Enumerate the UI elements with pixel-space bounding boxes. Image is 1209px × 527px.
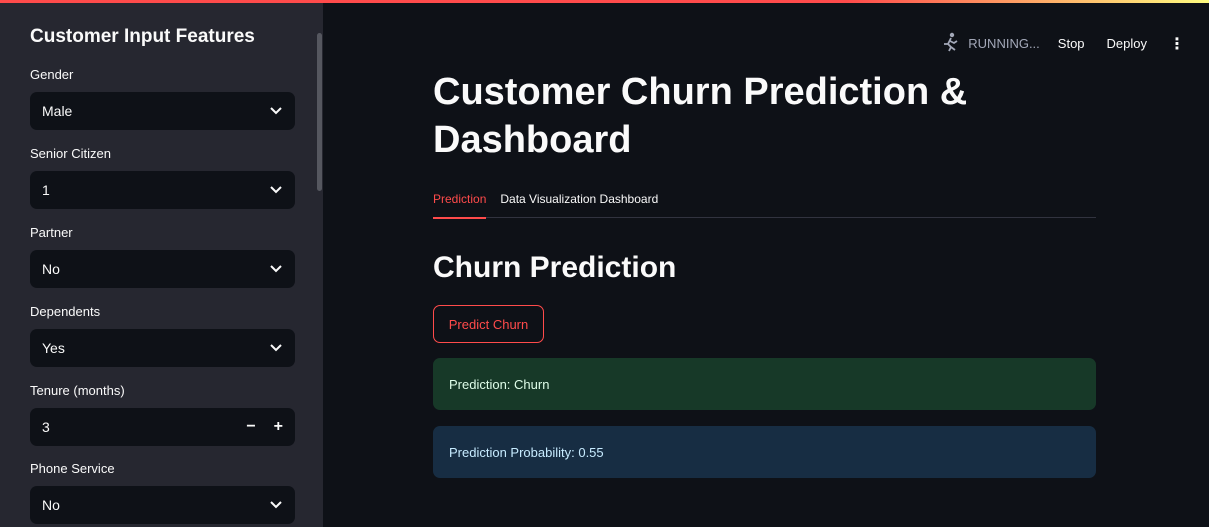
- minus-icon[interactable]: −: [246, 418, 255, 436]
- tenure-field: Tenure (months) 3 − +: [30, 382, 295, 446]
- running-label: RUNNING...: [968, 36, 1040, 51]
- tab-prediction[interactable]: Prediction: [433, 188, 487, 219]
- tenure-label: Tenure (months): [30, 383, 125, 398]
- chevron-down-icon: [269, 341, 283, 355]
- deploy-button[interactable]: Deploy: [1107, 36, 1147, 51]
- prediction-probability-text: Prediction Probability: 0.55: [449, 444, 604, 460]
- header-decoration-bar: [0, 0, 1209, 3]
- prediction-result-text: Prediction: Churn: [449, 376, 550, 392]
- gender-field: Gender Male: [30, 66, 295, 130]
- senior-citizen-value: 1: [42, 182, 50, 198]
- sidebar-title: Customer Input Features: [30, 26, 255, 47]
- partner-label: Partner: [30, 225, 73, 240]
- partner-select[interactable]: No: [30, 250, 295, 288]
- partner-field: Partner No: [30, 224, 295, 288]
- chevron-down-icon: [269, 498, 283, 512]
- prediction-probability-alert: Prediction Probability: 0.55: [433, 426, 1096, 478]
- gender-value: Male: [42, 103, 73, 119]
- dependents-select[interactable]: Yes: [30, 329, 295, 367]
- phone-service-select[interactable]: No: [30, 486, 295, 524]
- page-title: Customer Churn Prediction & Dashboard: [433, 71, 968, 161]
- header-actions: RUNNING... Stop Deploy ⋮: [942, 32, 1185, 55]
- partner-value: No: [42, 261, 60, 277]
- running-man-icon: [942, 32, 960, 55]
- chevron-down-icon: [269, 183, 283, 197]
- senior-citizen-label: Senior Citizen: [30, 146, 111, 161]
- dependents-field: Dependents Yes: [30, 303, 295, 367]
- chevron-down-icon: [269, 104, 283, 118]
- section-title: Churn Prediction: [433, 251, 677, 284]
- plus-icon[interactable]: +: [274, 418, 283, 436]
- gender-select[interactable]: Male: [30, 92, 295, 130]
- sidebar: Customer Input Features Gender Male Seni…: [0, 0, 323, 527]
- gender-label: Gender: [30, 67, 74, 82]
- tab-data-visualization-dashboard[interactable]: Data Visualization Dashboard: [500, 188, 658, 218]
- phone-service-label: Phone Service: [30, 461, 115, 476]
- tenure-value: 3: [42, 419, 50, 435]
- dependents-label: Dependents: [30, 304, 101, 319]
- phone-service-value: No: [42, 497, 60, 513]
- senior-citizen-select[interactable]: 1: [30, 171, 295, 209]
- sidebar-scrollbar[interactable]: [317, 33, 322, 191]
- phone-service-field: Phone Service No: [30, 460, 295, 524]
- tenure-number-input[interactable]: 3 − +: [30, 408, 295, 446]
- prediction-result-alert: Prediction: Churn: [433, 358, 1096, 410]
- senior-citizen-field: Senior Citizen 1: [30, 145, 295, 209]
- predict-churn-button[interactable]: Predict Churn: [433, 305, 544, 343]
- kebab-icon[interactable]: ⋮: [1169, 34, 1185, 54]
- running-status: RUNNING...: [942, 32, 1040, 55]
- dependents-value: Yes: [42, 340, 65, 356]
- chevron-down-icon: [269, 262, 283, 276]
- tab-bar: Prediction Data Visualization Dashboard: [433, 188, 1096, 219]
- stop-button[interactable]: Stop: [1058, 36, 1085, 51]
